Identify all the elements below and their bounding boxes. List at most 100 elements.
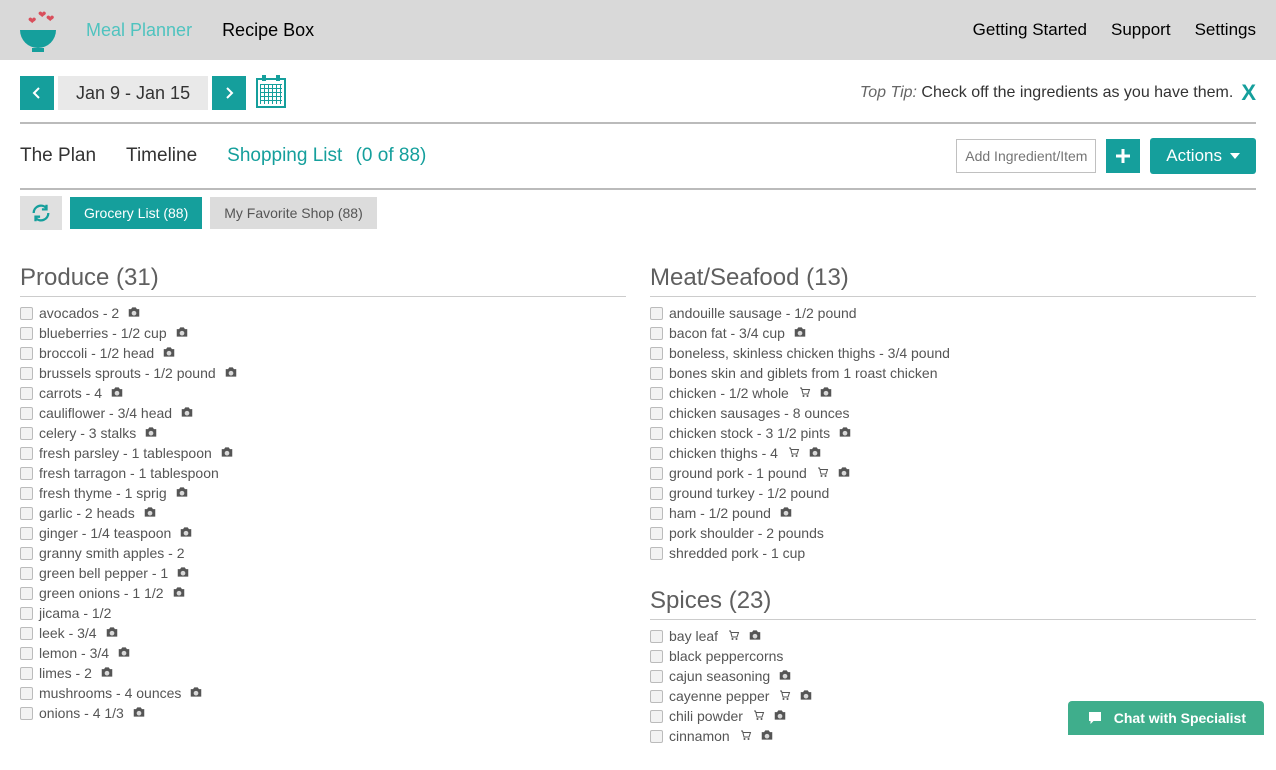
cart-icon[interactable] [797, 386, 811, 401]
item-checkbox[interactable] [650, 547, 663, 560]
list-item: onions - 4 1/3 [20, 703, 626, 723]
camera-icon[interactable] [180, 406, 194, 421]
camera-icon[interactable] [748, 629, 762, 644]
item-checkbox[interactable] [650, 467, 663, 480]
camera-icon[interactable] [132, 706, 146, 721]
item-checkbox[interactable] [20, 587, 33, 600]
nav-getting-started[interactable]: Getting Started [973, 20, 1087, 40]
camera-icon[interactable] [143, 506, 157, 521]
camera-icon[interactable] [100, 666, 114, 681]
camera-icon[interactable] [773, 709, 787, 724]
item-checkbox[interactable] [20, 567, 33, 580]
item-checkbox[interactable] [20, 347, 33, 360]
camera-icon[interactable] [808, 446, 822, 461]
camera-icon[interactable] [110, 386, 124, 401]
refresh-button[interactable] [20, 196, 62, 230]
camera-icon[interactable] [176, 566, 190, 581]
item-checkbox[interactable] [20, 427, 33, 440]
camera-icon[interactable] [179, 526, 193, 541]
cart-icon[interactable] [751, 709, 765, 724]
item-checkbox[interactable] [650, 670, 663, 683]
item-text: cayenne pepper [669, 688, 769, 704]
cart-icon[interactable] [786, 446, 800, 461]
camera-icon[interactable] [837, 466, 851, 481]
item-text: jicama - 1/2 [39, 605, 111, 621]
nav-recipe-box[interactable]: Recipe Box [222, 20, 314, 41]
prev-week-button[interactable] [20, 76, 54, 110]
camera-icon[interactable] [799, 689, 813, 704]
item-checkbox[interactable] [650, 447, 663, 460]
item-checkbox[interactable] [650, 347, 663, 360]
nav-meal-planner[interactable]: Meal Planner [86, 20, 192, 41]
camera-icon[interactable] [778, 669, 792, 684]
item-checkbox[interactable] [650, 650, 663, 663]
tab-the-plan[interactable]: The Plan [20, 145, 96, 167]
camera-icon[interactable] [819, 386, 833, 401]
camera-icon[interactable] [117, 646, 131, 661]
subtab-favorite-shop[interactable]: My Favorite Shop (88) [210, 197, 377, 229]
camera-icon[interactable] [144, 426, 158, 441]
camera-icon[interactable] [162, 346, 176, 361]
nav-support[interactable]: Support [1111, 20, 1171, 40]
add-ingredient-button[interactable] [1106, 139, 1140, 173]
add-ingredient-input[interactable] [956, 139, 1096, 173]
cart-icon[interactable] [738, 729, 752, 744]
item-checkbox[interactable] [650, 307, 663, 320]
camera-icon[interactable] [127, 306, 141, 321]
item-checkbox[interactable] [20, 467, 33, 480]
camera-icon[interactable] [838, 426, 852, 441]
next-week-button[interactable] [212, 76, 246, 110]
camera-icon[interactable] [760, 729, 774, 744]
item-checkbox[interactable] [650, 327, 663, 340]
actions-dropdown[interactable]: Actions [1150, 138, 1256, 174]
cart-icon[interactable] [815, 466, 829, 481]
camera-icon[interactable] [175, 326, 189, 341]
item-checkbox[interactable] [20, 507, 33, 520]
item-checkbox[interactable] [650, 507, 663, 520]
item-checkbox[interactable] [650, 387, 663, 400]
item-checkbox[interactable] [20, 707, 33, 720]
cart-icon[interactable] [726, 629, 740, 644]
item-checkbox[interactable] [20, 447, 33, 460]
item-checkbox[interactable] [20, 487, 33, 500]
item-checkbox[interactable] [650, 730, 663, 743]
item-checkbox[interactable] [20, 687, 33, 700]
item-checkbox[interactable] [20, 527, 33, 540]
item-checkbox[interactable] [20, 307, 33, 320]
camera-icon[interactable] [172, 586, 186, 601]
item-checkbox[interactable] [650, 630, 663, 643]
item-checkbox[interactable] [20, 667, 33, 680]
list-item: brussels sprouts - 1/2 pound [20, 363, 626, 383]
list-item: pork shoulder - 2 pounds [650, 523, 1256, 543]
item-checkbox[interactable] [650, 527, 663, 540]
item-checkbox[interactable] [20, 647, 33, 660]
item-checkbox[interactable] [650, 710, 663, 723]
item-checkbox[interactable] [20, 327, 33, 340]
item-checkbox[interactable] [20, 607, 33, 620]
subtab-grocery-list[interactable]: Grocery List (88) [70, 197, 202, 229]
chat-widget[interactable]: Chat with Specialist [1068, 701, 1264, 735]
item-checkbox[interactable] [650, 367, 663, 380]
item-checkbox[interactable] [650, 407, 663, 420]
tab-timeline[interactable]: Timeline [126, 145, 197, 167]
item-checkbox[interactable] [650, 690, 663, 703]
camera-icon[interactable] [175, 486, 189, 501]
close-tip-button[interactable]: X [1241, 80, 1256, 106]
camera-icon[interactable] [793, 326, 807, 341]
camera-icon[interactable] [220, 446, 234, 461]
cart-icon[interactable] [777, 689, 791, 704]
item-checkbox[interactable] [20, 547, 33, 560]
item-checkbox[interactable] [650, 487, 663, 500]
item-checkbox[interactable] [20, 387, 33, 400]
camera-icon[interactable] [105, 626, 119, 641]
calendar-icon[interactable] [256, 78, 286, 108]
item-checkbox[interactable] [20, 367, 33, 380]
item-checkbox[interactable] [20, 627, 33, 640]
camera-icon[interactable] [779, 506, 793, 521]
item-checkbox[interactable] [650, 427, 663, 440]
nav-settings[interactable]: Settings [1195, 20, 1256, 40]
camera-icon[interactable] [224, 366, 238, 381]
item-checkbox[interactable] [20, 407, 33, 420]
tab-shopping-list[interactable]: Shopping List (0 of 88) [227, 145, 426, 167]
camera-icon[interactable] [189, 686, 203, 701]
